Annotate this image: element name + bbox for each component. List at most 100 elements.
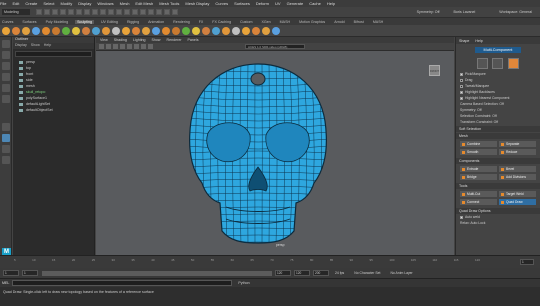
status-tool-icon[interactable] <box>172 9 178 15</box>
shelf-tool-icon[interactable] <box>62 26 70 35</box>
panel-tab[interactable]: Shape <box>459 39 469 43</box>
outliner-item[interactable]: defaultObjectSet <box>13 107 94 113</box>
lights-icon[interactable] <box>134 44 139 49</box>
shelf-tab[interactable]: XGen <box>259 20 272 24</box>
status-tool-icon[interactable] <box>164 9 170 15</box>
shelf-tab[interactable]: FX Caching <box>210 20 233 24</box>
time-slider[interactable]: 5 10 15 20 25 30 35 40 45 50 55 60 65 70 75 80 85 90 95 100… <box>0 255 540 268</box>
max-frame-field[interactable]: 200 <box>313 270 329 276</box>
range-slider[interactable] <box>42 270 272 276</box>
viewport-panel[interactable]: View Shading Lighting Show Renderer Panels AC… <box>96 37 454 255</box>
shelf-tool-icon[interactable] <box>262 26 270 35</box>
shelf-tool-icon[interactable] <box>162 26 170 35</box>
playback-start-field[interactable]: 1 <box>22 270 38 276</box>
viewport-menu-item[interactable]: View <box>100 38 108 42</box>
shelf-tool-icon[interactable] <box>82 26 90 35</box>
menu-mesh-tools[interactable]: Mesh Tools <box>159 1 179 6</box>
tool-button[interactable]: Reduce <box>499 149 536 155</box>
user-account[interactable]: Boris Lavanel <box>454 10 476 14</box>
shelf-tab[interactable]: MASH <box>278 20 292 24</box>
character-set-selector[interactable]: No Character Set <box>354 271 380 275</box>
shelf-tool-icon[interactable] <box>172 26 180 35</box>
tool-button[interactable]: Connect <box>460 199 497 205</box>
shelf-tool-icon[interactable] <box>32 26 40 35</box>
shelf-tool-icon[interactable] <box>112 26 120 35</box>
shelf-tab[interactable]: UV Editing <box>99 20 120 24</box>
symmetry-label[interactable]: Symmetry: Off <box>417 10 440 14</box>
relax-option[interactable]: Relax: Auto Lock <box>456 220 540 226</box>
shelf-tab[interactable]: Rigging <box>125 20 141 24</box>
shelf-tab[interactable]: Surfaces <box>20 20 38 24</box>
color-space-field[interactable]: ACES 1.0 SDR-video (sRGB) <box>245 44 305 49</box>
playback-end-field[interactable]: 120 <box>275 270 291 276</box>
menu-surfaces[interactable]: Surfaces <box>234 1 250 6</box>
shelf-tab[interactable]: Custom <box>238 20 254 24</box>
option-checkbox[interactable] <box>460 72 463 76</box>
lasso-tool-icon[interactable] <box>2 51 10 59</box>
shelf-tool-icon[interactable] <box>192 26 200 35</box>
menu-curves[interactable]: Curves <box>215 1 228 6</box>
vertex-mode-icon[interactable] <box>477 57 489 69</box>
viewport-menu-item[interactable]: Show <box>152 38 161 42</box>
menu-generate[interactable]: Generate <box>287 1 304 6</box>
workspace-selector[interactable]: Workspace: General <box>499 10 532 14</box>
shelf-tab[interactable]: FX <box>197 20 206 24</box>
tool-button[interactable]: Combine <box>460 141 497 147</box>
shelf-tab[interactable]: Arnold <box>332 20 346 24</box>
grid-icon[interactable] <box>106 44 111 49</box>
status-tool-icon[interactable] <box>68 9 74 15</box>
shelf-tool-icon[interactable] <box>12 26 20 35</box>
shelf-tool-icon[interactable] <box>52 26 60 35</box>
shelf-tool-icon[interactable] <box>22 26 30 35</box>
status-tool-icon[interactable] <box>36 9 42 15</box>
menu-help[interactable]: Help <box>327 1 335 6</box>
shelf-tab[interactable]: Motion Graphics <box>297 20 327 24</box>
tool-button[interactable]: Bevel <box>499 166 536 172</box>
shelf-tool-icon[interactable] <box>242 26 250 35</box>
tool-button[interactable]: Target Weld <box>499 191 536 197</box>
tool-button[interactable]: Add Divisions <box>499 174 536 180</box>
mel-toggle[interactable]: MEL <box>2 281 9 285</box>
skull-mesh[interactable] <box>186 61 331 245</box>
shelf-tab[interactable]: MASH <box>371 20 385 24</box>
shelf-tool-icon[interactable] <box>142 26 150 35</box>
status-tool-icon[interactable] <box>156 9 162 15</box>
shelf-tab[interactable]: Rendering <box>171 20 192 24</box>
shelf-tool-icon[interactable] <box>202 26 210 35</box>
scale-tool-icon[interactable] <box>2 95 10 103</box>
option-checkbox[interactable] <box>460 90 463 94</box>
command-input[interactable] <box>12 280 233 286</box>
status-tool-icon[interactable] <box>60 9 66 15</box>
shelf-tool-icon[interactable] <box>252 26 260 35</box>
shelf-tool-icon[interactable] <box>152 26 160 35</box>
menu-display[interactable]: Display <box>78 1 91 6</box>
status-tool-icon[interactable] <box>140 9 146 15</box>
anim-layer-selector[interactable]: No Anim Layer <box>390 271 412 275</box>
status-tool-icon[interactable] <box>108 9 114 15</box>
four-view-icon[interactable] <box>2 134 10 142</box>
auto-weld-checkbox[interactable] <box>460 215 463 219</box>
status-tool-icon[interactable] <box>76 9 82 15</box>
select-tool-icon[interactable] <box>2 40 10 48</box>
shelf-tab[interactable]: Sculpting <box>75 19 94 24</box>
option-checkbox[interactable] <box>460 84 463 88</box>
start-frame-field[interactable]: 1 <box>3 270 19 276</box>
shelf-tool-icon[interactable] <box>122 26 130 35</box>
camera-icon[interactable] <box>99 44 104 49</box>
menu-modify[interactable]: Modify <box>61 1 73 6</box>
shelf-tool-icon[interactable] <box>212 26 220 35</box>
viewport-menu-item[interactable]: Shading <box>114 38 127 42</box>
smooth-shade-icon[interactable] <box>120 44 125 49</box>
shelf-tab[interactable]: Bifrost <box>352 20 366 24</box>
status-tool-icon[interactable] <box>100 9 106 15</box>
shelf-tab[interactable]: Poly Modeling <box>44 20 71 24</box>
viewcube[interactable]: FRONT <box>429 65 440 76</box>
shelf-tab[interactable]: Curves <box>0 20 15 24</box>
current-frame-field[interactable]: 1 <box>520 259 534 265</box>
outliner-menu-item[interactable]: Display <box>15 43 27 47</box>
status-tool-icon[interactable] <box>92 9 98 15</box>
menu-select[interactable]: Select <box>43 1 54 6</box>
viewport-menu-item[interactable]: Panels <box>188 38 199 42</box>
menu-mesh-display[interactable]: Mesh Display <box>185 1 209 6</box>
tool-button[interactable]: Bridge <box>460 174 497 180</box>
